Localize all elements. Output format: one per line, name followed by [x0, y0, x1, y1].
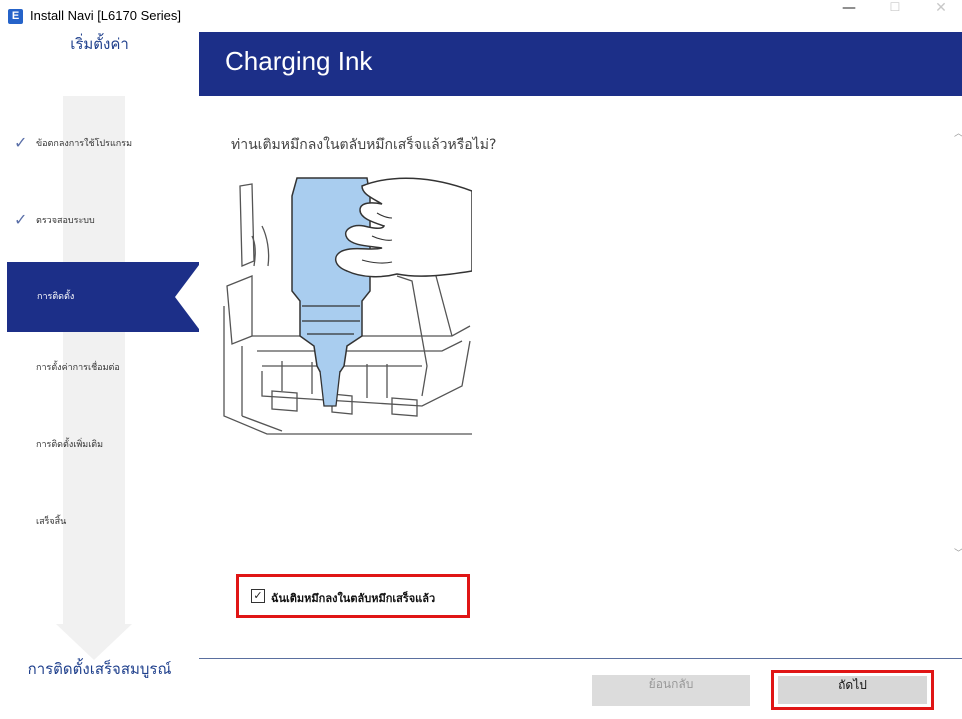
hand-filling-ink-bottle-icon — [223, 177, 472, 435]
window-title: Install Navi [L6170 Series] — [30, 8, 182, 23]
sidebar-item-license: ✓ ข้อตกลงการใช้โปรแกรม — [0, 129, 199, 157]
next-highlight-box: ถัดไป — [771, 670, 934, 710]
minimize-button[interactable]: — — [826, 0, 872, 32]
sidebar-item-system-check: ✓ ตรวจสอบระบบ — [0, 206, 199, 234]
check-icon: ✓ — [14, 133, 28, 152]
confirm-highlight-box: ✓ ฉันเติมหมึกลงในตลับหมึกเสร็จแล้ว — [236, 574, 470, 618]
sidebar-item-label: เสร็จสิ้น — [36, 517, 67, 527]
confirm-checkbox[interactable]: ✓ — [251, 589, 265, 603]
page-header: Charging Ink — [199, 32, 962, 96]
sidebar-setup-label: เริ่มตั้งค่า — [70, 35, 129, 53]
question-text: ท่านเติมหมึกลงในตลับหมึกเสร็จแล้วหรือไม่… — [231, 137, 497, 153]
sidebar-item-installation: การติดตั้ง — [7, 262, 199, 332]
sidebar-item-label: ตรวจสอบระบบ — [36, 216, 95, 226]
confirm-label[interactable]: ฉันเติมหมึกลงในตลับหมึกเสร็จแล้ว — [271, 589, 435, 607]
active-step-pointer — [175, 265, 199, 329]
vertical-scrollbar[interactable]: ︿ ﹀ — [952, 96, 962, 656]
sidebar-item-finish: เสร็จสิ้น — [0, 507, 199, 535]
title-bar: E Install Navi [L6170 Series] — ☐ ✕ — [0, 0, 962, 32]
app-icon: E — [8, 9, 23, 24]
footer-divider — [199, 658, 962, 659]
sidebar-item-connection: การตั้งค่าการเชื่อมต่อ — [0, 353, 199, 381]
sidebar-item-label: การติดตั้ง — [37, 292, 75, 302]
close-button[interactable]: ✕ — [918, 0, 962, 32]
maximize-button[interactable]: ☐ — [872, 0, 918, 32]
back-button[interactable]: ย้อนกลับ — [592, 675, 750, 706]
sidebar-item-additional: การติดตั้งเพิ่มเติม — [0, 430, 199, 458]
sidebar-complete-label: การติดตั้งเสร็จสมบูรณ์ — [27, 660, 172, 678]
sidebar-item-label: การตั้งค่าการเชื่อมต่อ — [36, 363, 120, 373]
sidebar-item-label: ข้อตกลงการใช้โปรแกรม — [36, 139, 132, 149]
sidebar: เริ่มตั้งค่า ✓ ข้อตกลงการใช้โปรแกรม ✓ ตร… — [0, 32, 199, 719]
scroll-up-icon[interactable]: ︿ — [954, 126, 962, 139]
scroll-down-icon[interactable]: ﹀ — [954, 546, 962, 559]
next-button[interactable]: ถัดไป — [778, 676, 927, 704]
page-title: Charging Ink — [225, 46, 373, 76]
sidebar-item-label: การติดตั้งเพิ่มเติม — [36, 440, 104, 450]
check-icon: ✓ — [14, 210, 28, 229]
progress-arrow-head — [56, 624, 132, 660]
